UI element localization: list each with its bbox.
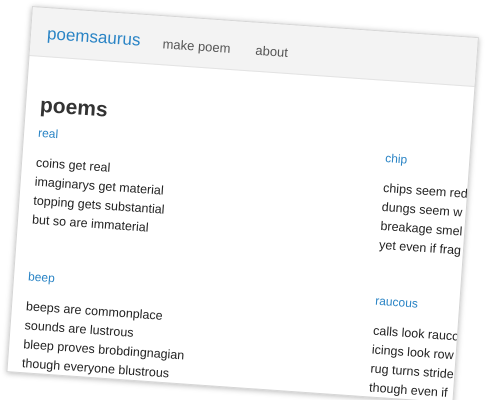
poem-line: though even if [368,380,449,400]
poem-title-link[interactable]: real [38,126,238,154]
poem-title-link[interactable]: raucous [375,294,479,322]
poem-title-link[interactable]: beep [28,269,228,297]
poem-card-raucous: raucous calls look rauco icings look row… [369,294,479,400]
brand-link[interactable]: poemsaurus [46,24,141,50]
poem-card-beep: beep beeps are commonplace sounds are lu… [21,269,228,387]
navbar: poemsaurus make poem about [29,7,478,88]
poem-card-chip: chip chips seem red dungs seem w breakag… [378,151,478,269]
poem-line: yet even if frag [378,237,462,258]
page-title: poems [39,93,109,122]
poem-card-real: real coins get real imaginarys get mater… [31,126,238,244]
page-sheet: poemsaurus make poem about poems real co… [6,6,479,400]
nav-make-poem[interactable]: make poem [162,36,231,56]
nav-about[interactable]: about [255,43,289,60]
poem-title-link[interactable]: chip [385,151,479,179]
screenshot-stage: poemsaurus make poem about poems real co… [0,0,500,400]
